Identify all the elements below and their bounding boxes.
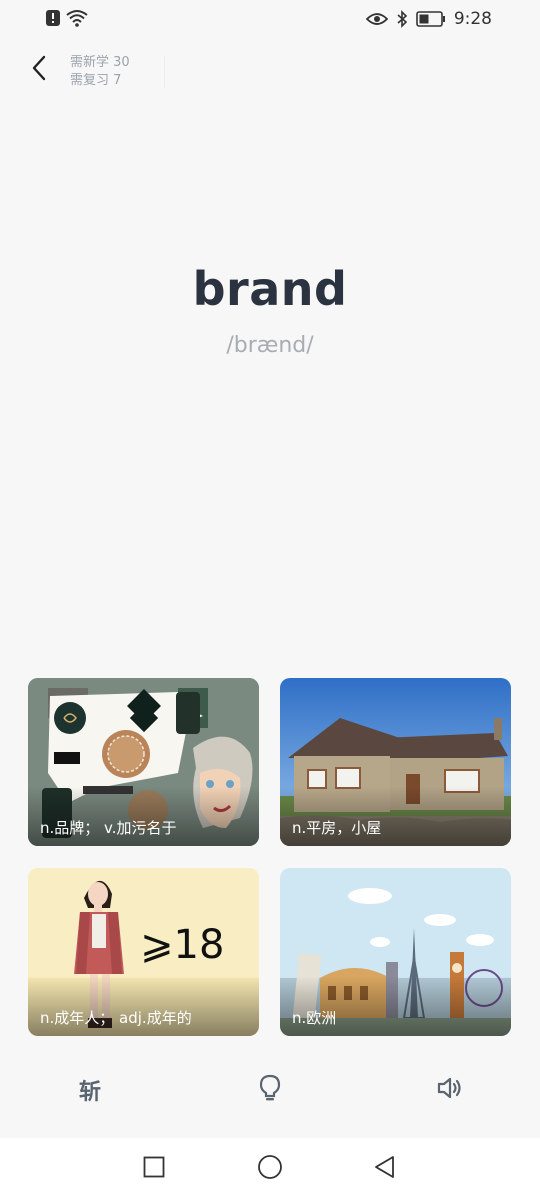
review-words-count: 需复习 7 — [70, 73, 122, 88]
header-divider — [164, 56, 165, 88]
lightbulb-icon — [259, 1074, 281, 1106]
slash-label: 斩 — [78, 1080, 101, 1105]
bluetooth-icon — [396, 10, 408, 28]
square-icon — [143, 1156, 165, 1182]
hint-button[interactable] — [248, 1068, 292, 1112]
recent-apps-button[interactable] — [136, 1152, 172, 1186]
back-nav-button[interactable] — [366, 1152, 402, 1186]
option-card-2[interactable]: n.平房，小屋 — [280, 678, 511, 846]
wifi-icon — [66, 9, 88, 27]
status-bar: 9:28 — [0, 0, 540, 40]
option-card-3[interactable]: ⩾18 n.成年人； adj.成年的 — [28, 868, 259, 1036]
option-card-4[interactable]: n.欧洲 — [280, 868, 511, 1036]
age-18-text: ⩾18 — [140, 922, 224, 968]
pronunciation-button[interactable] — [428, 1068, 472, 1112]
home-button[interactable] — [252, 1152, 288, 1186]
chevron-left-icon — [31, 55, 47, 85]
word-phonetic: /brænd/ — [226, 333, 314, 358]
slash-button[interactable]: 斩 — [68, 1068, 112, 1112]
triangle-left-icon — [373, 1155, 395, 1183]
speaker-icon — [436, 1076, 464, 1104]
alert-icon — [46, 10, 60, 26]
option-caption: n.欧洲 — [292, 1009, 337, 1027]
option-card-1[interactable]: n.品牌； v.加污名于 — [28, 678, 259, 846]
option-caption: n.品牌； v.加污名于 — [40, 819, 177, 837]
option-caption: n.平房，小屋 — [292, 819, 382, 837]
circle-icon — [257, 1154, 283, 1184]
battery-icon — [416, 11, 446, 27]
new-words-count: 需新学 30 — [70, 55, 130, 70]
word-text: brand — [192, 262, 348, 316]
option-caption: n.成年人； adj.成年的 — [40, 1009, 192, 1027]
clock: 9:28 — [453, 9, 492, 29]
eye-icon — [365, 12, 388, 26]
progress-counters: 需新学 30 需复习 7 — [70, 54, 130, 90]
back-button[interactable] — [22, 52, 56, 88]
